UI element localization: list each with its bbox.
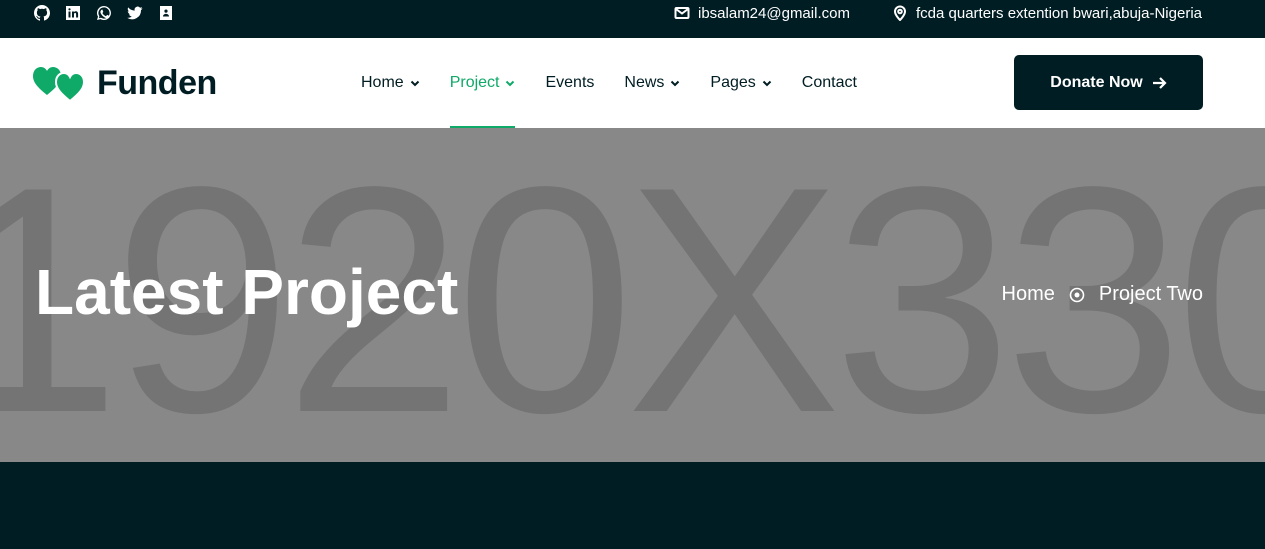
breadcrumb: Home Project Two xyxy=(1002,283,1203,306)
nav-item-news[interactable]: News xyxy=(624,38,680,128)
nav-label: Contact xyxy=(801,74,857,91)
email-text: ibsalam24@gmail.com xyxy=(698,4,850,22)
arrow-right-icon xyxy=(1152,76,1167,89)
nav-item-home[interactable]: Home xyxy=(361,38,420,128)
page-banner: 1920X330 Latest Project Home Project Two xyxy=(0,128,1265,462)
nav-item-project[interactable]: Project xyxy=(449,38,516,128)
github-icon[interactable] xyxy=(33,4,50,21)
page-title: Latest Project xyxy=(35,256,459,328)
breadcrumb-separator-icon xyxy=(1069,287,1085,302)
chevron-down-icon xyxy=(762,80,772,87)
nav-label: Project xyxy=(449,74,500,91)
nav-item-contact[interactable]: Contact xyxy=(802,38,857,128)
address-text: fcda quarters extention bwari,abuja-Nige… xyxy=(916,4,1202,22)
twitter-icon[interactable] xyxy=(126,4,143,21)
whatsapp-icon[interactable] xyxy=(95,4,112,21)
top-bar: ibsalam24@gmail.com fcda quarters extent… xyxy=(0,0,1265,38)
chevron-down-icon xyxy=(506,80,515,87)
donate-label: Donate Now xyxy=(1050,73,1143,91)
envelope-icon xyxy=(674,7,690,19)
main-nav: Home Project Events News Pages Contact xyxy=(361,38,887,128)
hearts-logo-icon xyxy=(33,66,86,102)
nav-label: Pages xyxy=(710,74,756,91)
nav-label: News xyxy=(624,74,665,91)
nav-item-events[interactable]: Events xyxy=(545,38,594,128)
logo-text: Funden xyxy=(97,64,217,102)
donate-now-button[interactable]: Donate Now xyxy=(1014,55,1203,110)
location-pin-icon xyxy=(893,5,907,21)
linkedin-icon[interactable] xyxy=(64,4,81,21)
address-contact: fcda quarters extention bwari,abuja-Nige… xyxy=(892,4,1202,22)
main-header: Funden Home Project Events News Pages Co… xyxy=(0,38,1265,128)
content-section xyxy=(0,462,1265,549)
nav-label: Events xyxy=(545,74,595,91)
chevron-down-icon xyxy=(410,80,419,87)
social-links xyxy=(33,4,174,21)
nav-item-pages[interactable]: Pages xyxy=(710,38,772,128)
breadcrumb-current: Project Two xyxy=(1098,283,1203,305)
logo[interactable]: Funden xyxy=(33,64,217,103)
nav-label: Home xyxy=(361,74,404,91)
email-contact[interactable]: ibsalam24@gmail.com xyxy=(674,4,850,22)
breadcrumb-home[interactable]: Home xyxy=(1002,283,1055,306)
contact-card-icon[interactable] xyxy=(157,4,174,21)
chevron-down-icon xyxy=(671,80,680,87)
